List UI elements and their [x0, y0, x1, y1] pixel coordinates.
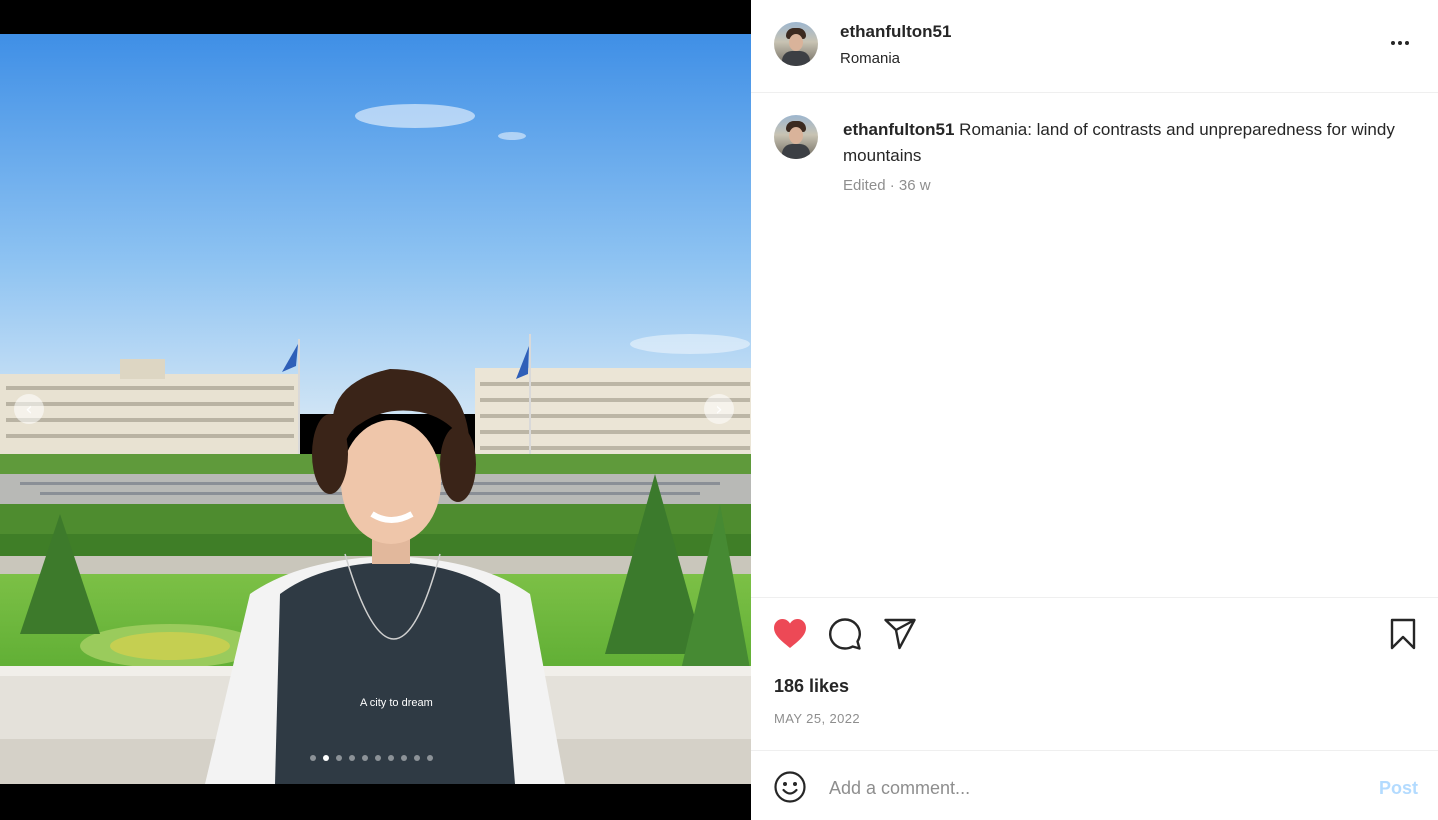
carousel-dot	[388, 755, 394, 761]
chevron-left-icon: ‹	[25, 398, 33, 420]
carousel-dot	[401, 755, 407, 761]
carousel-dot	[427, 755, 433, 761]
carousel-dot	[414, 755, 420, 761]
emoji-button[interactable]	[773, 770, 807, 804]
share-button[interactable]	[882, 616, 918, 652]
comment-button[interactable]	[827, 616, 863, 652]
header-username[interactable]: ethanfulton51	[840, 22, 951, 42]
save-button[interactable]	[1385, 616, 1421, 652]
carousel-indicator	[310, 755, 433, 761]
post-photo[interactable]: A city to dream	[0, 34, 751, 784]
paper-plane-icon	[884, 618, 916, 650]
carousel-dot	[310, 755, 316, 761]
caption-meta: Edited · 36 w	[843, 177, 931, 194]
caption-username[interactable]: ethanfulton51	[843, 120, 954, 139]
caption-avatar[interactable]	[774, 115, 818, 159]
carousel-dot	[375, 755, 381, 761]
like-button[interactable]	[772, 616, 808, 652]
post-details-panel: ethanfulton51 Romania ethanfulton51 Roma…	[751, 0, 1438, 820]
bookmark-icon	[1390, 618, 1416, 650]
smiley-icon	[774, 771, 806, 803]
comment-bubble-icon	[829, 618, 861, 650]
carousel-prev-button[interactable]: ‹	[14, 394, 44, 424]
carousel-next-button[interactable]: ›	[704, 394, 734, 424]
carousel-dot	[323, 755, 329, 761]
carousel-dot	[336, 755, 342, 761]
more-horizontal-icon	[1391, 41, 1409, 45]
comment-bar: Post	[751, 750, 1438, 820]
post-comment-button[interactable]: Post	[1379, 778, 1418, 799]
post-header: ethanfulton51 Romania	[751, 0, 1438, 93]
caption-text: ethanfulton51 Romania: land of contrasts…	[843, 117, 1403, 169]
post-actions: 186 likes MAY 25, 2022	[751, 597, 1438, 750]
comment-input[interactable]	[829, 773, 1349, 803]
header-location[interactable]: Romania	[840, 50, 900, 67]
photo-illustration: A city to dream	[0, 34, 751, 784]
heart-filled-icon	[774, 619, 806, 648]
chevron-right-icon: ›	[715, 398, 723, 420]
more-options-button[interactable]	[1387, 32, 1413, 54]
carousel-dot	[362, 755, 368, 761]
shirt-print-text: A city to dream	[360, 697, 433, 709]
likes-count[interactable]: 186 likes	[774, 676, 849, 697]
post-date[interactable]: MAY 25, 2022	[774, 711, 860, 726]
post-media: A city to dream ‹ ›	[0, 0, 751, 820]
carousel-dot	[349, 755, 355, 761]
avatar[interactable]	[774, 22, 818, 66]
